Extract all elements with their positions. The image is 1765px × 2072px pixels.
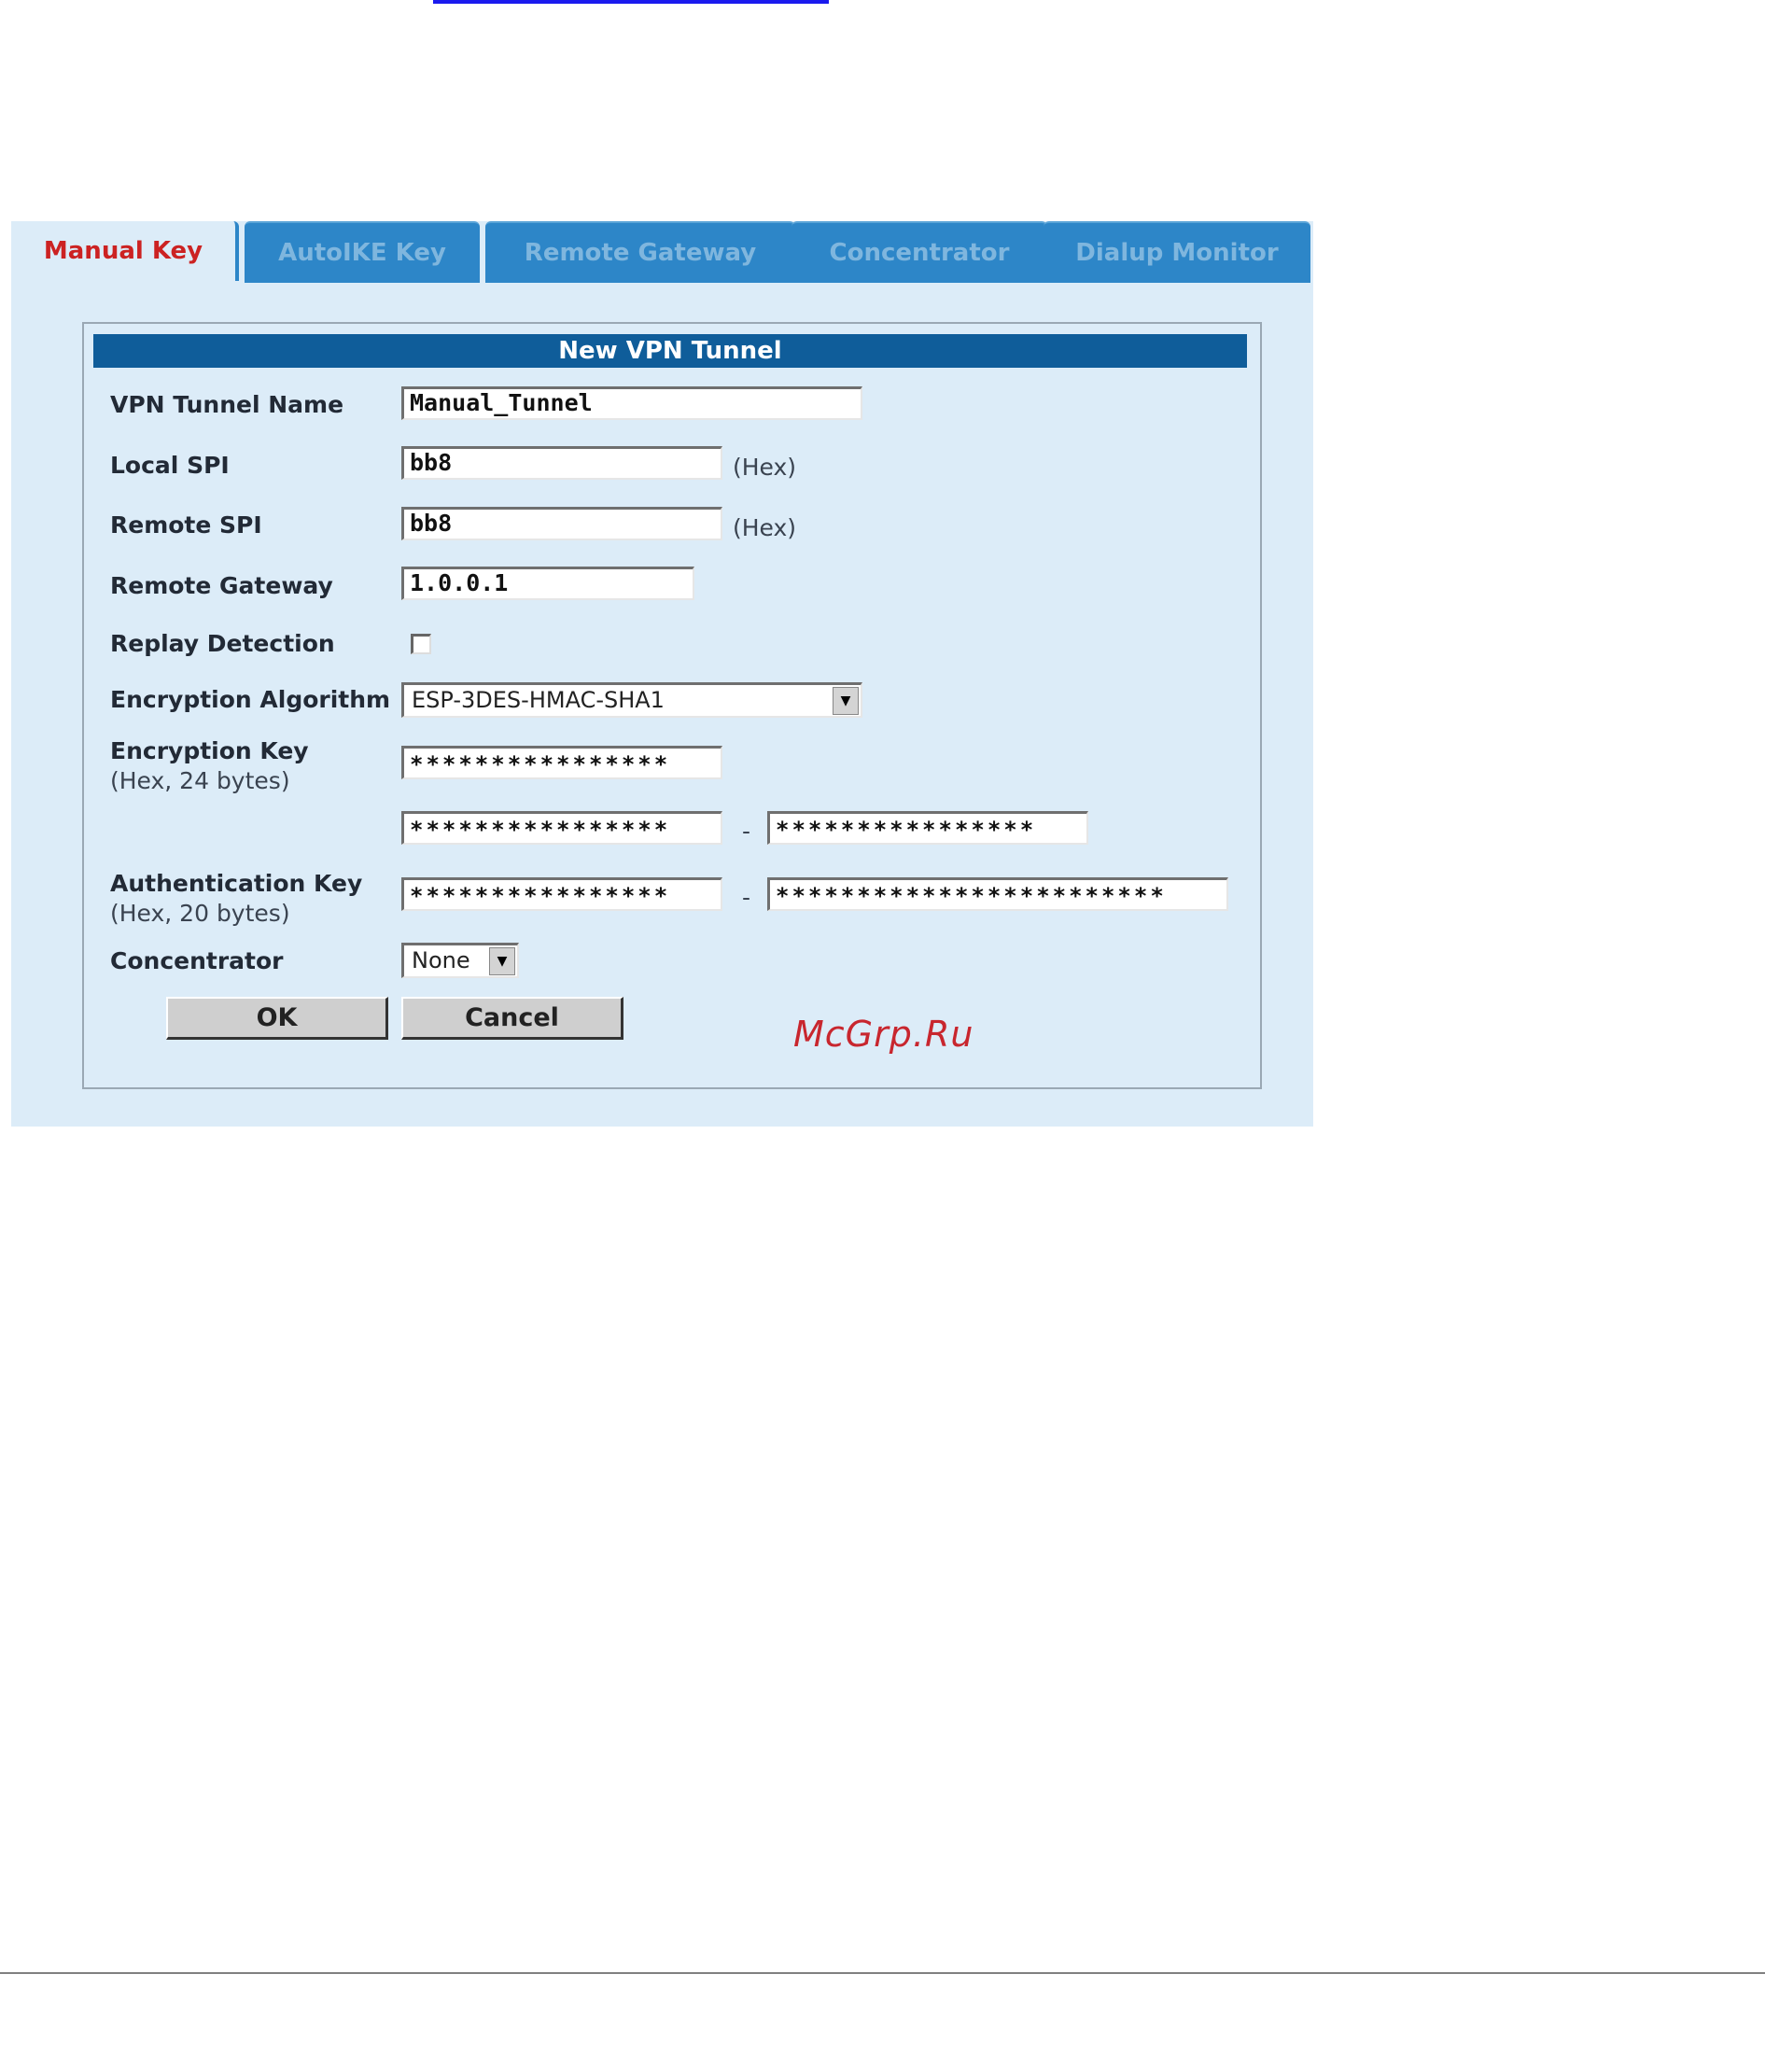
tunnel-name-input[interactable]: Manual_Tunnel (401, 386, 862, 420)
replay-detection-checkbox[interactable] (411, 634, 431, 654)
tunnel-name-label: VPN Tunnel Name (110, 391, 344, 418)
encryption-key-part3-input[interactable]: **************** (767, 811, 1088, 845)
remote-gateway-label: Remote Gateway (110, 572, 333, 599)
encryption-algorithm-select[interactable]: ESP-3DES-HMAC-SHA1 ▼ (401, 682, 862, 718)
form-title-text: New VPN Tunnel (558, 337, 782, 365)
watermark: McGrp.Ru (793, 1014, 974, 1055)
authentication-key-part2-input[interactable]: ************************ (767, 877, 1228, 911)
local-spi-label: Local SPI (110, 452, 230, 479)
authentication-key-separator: - (742, 884, 751, 911)
form-title: New VPN Tunnel (93, 334, 1247, 368)
top-link-underline[interactable] (433, 0, 829, 4)
tab-dialup-monitor[interactable]: Dialup Monitor (1044, 221, 1310, 283)
tab-manual-key[interactable]: Manual Key (11, 221, 239, 281)
local-spi-input[interactable]: bb8 (401, 446, 722, 480)
tab-concentrator[interactable]: Concentrator (791, 221, 1047, 283)
concentrator-select[interactable]: None ▼ (401, 943, 519, 978)
tab-bar: Manual Key AutoIKE Key Remote Gateway Co… (11, 221, 1313, 283)
authentication-key-hint: (Hex, 20 bytes) (110, 900, 290, 927)
remote-spi-unit: (Hex) (733, 514, 797, 541)
concentrator-label: Concentrator (110, 947, 284, 974)
encryption-algorithm-value: ESP-3DES-HMAC-SHA1 (412, 687, 665, 713)
encryption-key-part2-input[interactable]: **************** (401, 811, 722, 845)
remote-spi-input[interactable]: bb8 (401, 507, 722, 540)
ok-button-label: OK (256, 1003, 298, 1032)
chevron-down-icon[interactable]: ▼ (833, 687, 859, 715)
tab-autoike-key[interactable]: AutoIKE Key (245, 221, 480, 283)
tab-label: Dialup Monitor (1075, 239, 1279, 267)
encryption-key-part1-input[interactable]: **************** (401, 746, 722, 779)
cancel-button[interactable]: Cancel (401, 997, 623, 1040)
cancel-button-label: Cancel (465, 1003, 559, 1032)
encryption-key-hint: (Hex, 24 bytes) (110, 767, 290, 794)
encryption-key-label: Encryption Key (110, 737, 309, 764)
tab-label: Remote Gateway (524, 239, 757, 267)
tab-label: AutoIKE Key (278, 239, 446, 267)
authentication-key-part1-input[interactable]: **************** (401, 877, 722, 911)
authentication-key-label: Authentication Key (110, 870, 363, 897)
remote-gateway-input[interactable]: 1.0.0.1 (401, 567, 694, 600)
encryption-key-separator: - (742, 818, 751, 845)
local-spi-unit: (Hex) (733, 454, 797, 481)
page-divider (0, 1972, 1765, 1974)
encryption-algorithm-label: Encryption Algorithm (110, 686, 391, 713)
concentrator-value: None (412, 947, 470, 973)
tab-remote-gateway[interactable]: Remote Gateway (485, 221, 795, 283)
remote-spi-label: Remote SPI (110, 511, 262, 539)
replay-detection-label: Replay Detection (110, 630, 335, 657)
tab-label: Concentrator (829, 239, 1010, 267)
ok-button[interactable]: OK (166, 997, 388, 1040)
chevron-down-icon[interactable]: ▼ (489, 947, 515, 975)
tab-label: Manual Key (43, 237, 203, 265)
